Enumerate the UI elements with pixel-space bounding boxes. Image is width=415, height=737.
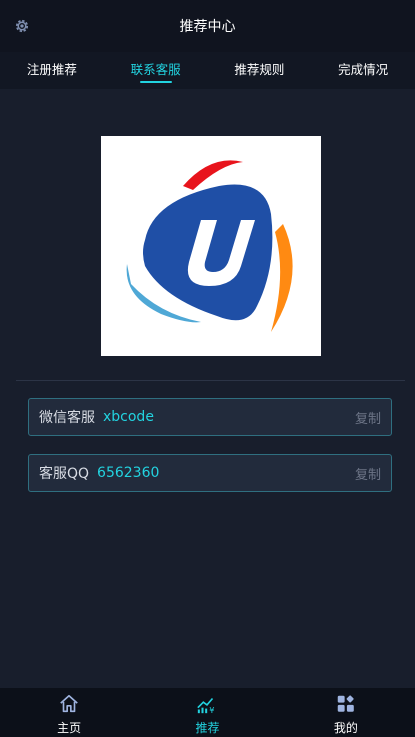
wechat-value: xbcode	[103, 409, 154, 425]
home-icon	[58, 693, 80, 715]
brand-logo	[101, 136, 321, 356]
copy-wechat-button[interactable]: 复制	[355, 408, 381, 427]
bottom-nav: 主页 ¥ 推荐 我的	[0, 688, 415, 737]
svg-text:¥: ¥	[210, 705, 215, 715]
nav-mine[interactable]: 我的	[277, 688, 415, 737]
qq-contact-row: 客服QQ 6562360 复制	[28, 454, 392, 492]
nav-home-label: 主页	[57, 721, 82, 735]
u-brand-logo	[126, 160, 293, 332]
nav-mine-label: 我的	[333, 721, 358, 735]
wechat-contact-row: 微信客服 xbcode 复制	[28, 398, 392, 436]
qq-label: 客服QQ	[39, 466, 90, 482]
nav-home[interactable]: 主页	[0, 688, 138, 737]
divider	[16, 380, 405, 381]
page-header: 推荐中心	[0, 0, 415, 52]
tab-register-referral[interactable]: 注册推荐	[0, 52, 104, 89]
tab-completion-status[interactable]: 完成情况	[311, 52, 415, 89]
nav-referral-label: 推荐	[195, 721, 220, 735]
wechat-label: 微信客服	[39, 410, 95, 426]
qq-value: 6562360	[97, 465, 160, 481]
tab-bar: 注册推荐 联系客服 推荐规则 完成情况	[0, 52, 415, 89]
tab-contact-support[interactable]: 联系客服	[104, 52, 208, 89]
tab-referral-rules[interactable]: 推荐规则	[208, 52, 312, 89]
chart-yen-icon: ¥	[196, 693, 218, 715]
page-title: 推荐中心	[179, 19, 236, 35]
gear-icon[interactable]	[12, 16, 32, 36]
nav-referral[interactable]: ¥ 推荐	[138, 688, 276, 737]
copy-qq-button[interactable]: 复制	[355, 464, 381, 483]
grid-icon	[335, 693, 357, 715]
